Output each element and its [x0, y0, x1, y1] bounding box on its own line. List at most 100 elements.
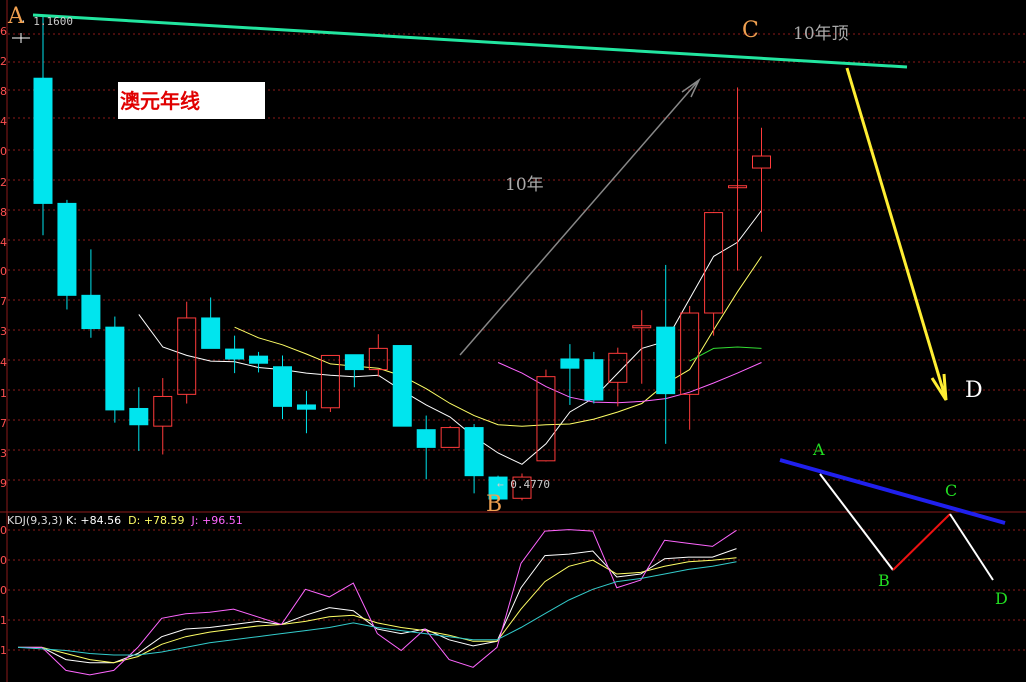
- candle-body: [560, 358, 580, 369]
- kdj-title: KDJ(9,3,3): [7, 514, 63, 527]
- title-box: 澳元年线: [118, 82, 265, 119]
- candle-body: [129, 407, 149, 426]
- overlay-layer: [12, 13, 948, 401]
- candle-body: [752, 155, 771, 169]
- kdj-y-tick-label: 0: [0, 524, 7, 537]
- ma10-line: [234, 256, 762, 427]
- y-tick-label: 2: [0, 176, 7, 189]
- candle-body: [81, 294, 101, 330]
- kdj-j-value: +96.51: [202, 514, 243, 527]
- candle-body: [296, 404, 316, 410]
- down-candle: [656, 264, 676, 444]
- diagram-label-c: C: [945, 481, 958, 500]
- up-candle: [440, 426, 460, 448]
- y-tick-label: 9: [0, 477, 7, 490]
- min-price-label: ← 0.4770: [497, 478, 550, 491]
- up-candle: [752, 127, 771, 232]
- projection-line-c-d: [845, 67, 948, 401]
- candle-body: [225, 348, 245, 360]
- diagram-label-d: D: [995, 589, 1008, 608]
- abcd-diagram: [779, 458, 1006, 581]
- y-tick-label: 4: [0, 356, 7, 369]
- up-candle: [608, 347, 628, 407]
- candle-body: [344, 354, 364, 371]
- diagram-label-b: B: [878, 571, 890, 590]
- cycle-note-label: 10年: [505, 175, 544, 195]
- kdj-y-tick-label: 0: [0, 584, 7, 597]
- kdj-j-name: J:: [191, 514, 199, 527]
- down-candle: [273, 355, 292, 420]
- ma20-line: [497, 362, 762, 404]
- kdj-k-line: [18, 548, 737, 664]
- candle-body: [608, 352, 628, 383]
- y-tick-label: 7: [0, 295, 7, 308]
- kdj-d-value: +78.59: [143, 514, 185, 527]
- chart-title: 澳元年线: [120, 89, 200, 113]
- diagram-label-a: A: [813, 440, 825, 459]
- down-candle: [201, 297, 221, 349]
- kdj-k-value: +84.56: [80, 514, 122, 527]
- candle-body: [416, 429, 436, 448]
- diagram-leg-b-c: [892, 513, 951, 571]
- diagram-leg-c-d: [949, 513, 994, 581]
- kdj-y-tick-label: 1: [0, 614, 7, 627]
- kdj-layer: [17, 529, 737, 676]
- point-d-label: D: [965, 378, 983, 403]
- down-candle: [296, 390, 316, 434]
- kdj-legend: KDJ(9,3,3) K: +84.56 D: +78.59 J: +96.51: [7, 514, 243, 527]
- y-tick-label: 4: [0, 236, 7, 249]
- y-tick-label: 0: [0, 145, 7, 158]
- y-tick-label: 0: [0, 265, 7, 278]
- down-candle: [105, 316, 125, 423]
- candle-body: [464, 427, 484, 477]
- candle-body: [153, 395, 173, 427]
- cycle-arrowhead: [681, 77, 701, 98]
- max-price-label: · 1.1600: [20, 15, 73, 28]
- down-candle: [249, 351, 269, 373]
- down-candle: [392, 345, 412, 427]
- kdj-d-line: [18, 557, 737, 664]
- candle-body: [392, 345, 412, 427]
- candle-body: [656, 326, 676, 395]
- candle-body: [273, 366, 292, 407]
- y-tick-label: 3: [0, 325, 7, 338]
- candle-body: [584, 359, 604, 401]
- down-candle: [416, 415, 436, 480]
- point-b-label: B: [486, 492, 503, 517]
- y-tick-label: 6: [0, 25, 7, 38]
- chart-window: 628402840734173900011 澳元年线 A · 1.1600 C …: [0, 0, 1026, 682]
- kdj-d-name: D:: [128, 514, 141, 527]
- down-candle: [464, 424, 484, 494]
- trendline-a-c: [32, 13, 908, 69]
- candle-body: [632, 325, 652, 329]
- candle-body: [33, 77, 53, 204]
- y-tick-label: 4: [0, 115, 7, 128]
- kdj-k-name: K:: [66, 514, 77, 527]
- down-candle: [560, 344, 580, 405]
- down-candle: [129, 387, 149, 451]
- candle-body: [177, 317, 197, 395]
- down-candle: [57, 199, 77, 310]
- down-candle: [584, 351, 604, 404]
- candle-body: [680, 312, 700, 395]
- y-tick-label: 1: [0, 387, 7, 400]
- diagram-trendline: [779, 458, 1006, 525]
- max-price-value: 1.1600: [33, 15, 73, 28]
- up-candle: [728, 87, 748, 271]
- up-candle: [177, 301, 197, 404]
- up-candle: [704, 211, 724, 336]
- up-candle: [680, 305, 700, 430]
- candle-body: [249, 355, 269, 364]
- y-tick-label: 8: [0, 85, 7, 98]
- ma60-line: [689, 346, 762, 362]
- candle-body: [105, 326, 125, 411]
- kdj-y-tick-label: 1: [0, 644, 7, 657]
- candle-body: [320, 354, 340, 409]
- cycle-arrow-line: [459, 79, 700, 356]
- candle-body: [368, 347, 388, 371]
- down-candle: [81, 249, 101, 338]
- point-c-label: C: [742, 18, 759, 43]
- kdj-j-line: [18, 529, 737, 676]
- min-price-value: 0.4770: [510, 478, 550, 491]
- candle-body: [704, 212, 724, 314]
